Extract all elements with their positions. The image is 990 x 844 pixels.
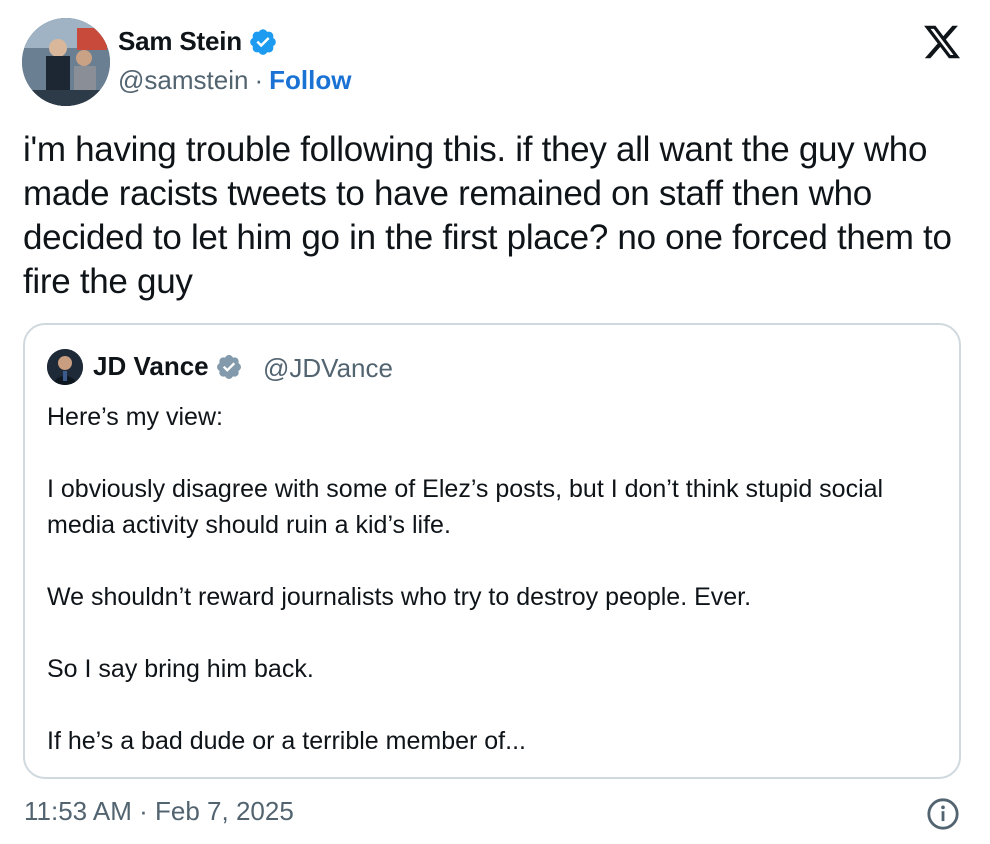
x-logo-icon[interactable] <box>922 22 962 62</box>
quoted-author-name[interactable]: JD Vance <box>93 351 243 382</box>
author-name[interactable]: Sam Stein <box>118 26 278 57</box>
follow-button[interactable]: Follow <box>269 65 351 96</box>
tweet-card: Sam Stein @samstein · Follow i'm having … <box>0 0 990 844</box>
tweet-text: i'm having trouble following this. if th… <box>23 130 952 301</box>
quoted-avatar-photo <box>47 349 83 385</box>
verified-badge-icon <box>250 28 276 55</box>
quoted-tweet[interactable]: JD Vance @JDVance Here’s my view: I obvi… <box>23 323 961 779</box>
verified-badge-gray-icon <box>216 354 241 379</box>
avatar-photo <box>22 18 110 106</box>
quoted-author-handle[interactable]: @JDVance <box>263 353 393 384</box>
info-icon[interactable] <box>926 797 960 831</box>
author-name-text: Sam Stein <box>118 26 242 56</box>
author-avatar[interactable] <box>22 18 110 106</box>
tweet-timestamp[interactable]: 11:53 AM · Feb 7, 2025 <box>24 796 294 827</box>
quoted-paragraph: If he’s a bad dude or a terrible member … <box>47 727 526 755</box>
quoted-paragraph: We shouldn’t reward journalists who try … <box>47 583 752 611</box>
quoted-paragraph: I obviously disagree with some of Elez’s… <box>47 475 884 539</box>
quoted-author-name-text: JD Vance <box>93 351 209 381</box>
handle-separator: · <box>254 65 264 95</box>
quoted-author-avatar[interactable] <box>47 349 83 385</box>
author-handle[interactable]: @samstein <box>118 65 248 96</box>
quoted-tweet-body: Here’s my view: I obviously disagree wit… <box>47 399 937 759</box>
quoted-paragraph: So I say bring him back. <box>47 655 314 683</box>
quoted-paragraph: Here’s my view: <box>47 403 223 431</box>
handle-row: @samstein · Follow <box>118 65 351 96</box>
